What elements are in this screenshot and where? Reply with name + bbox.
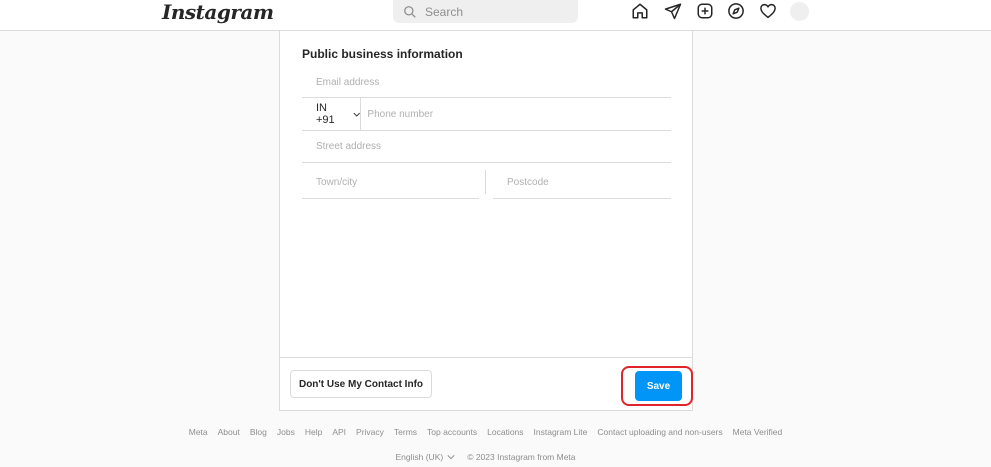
footer-link[interactable]: Meta (189, 427, 208, 437)
instagram-logo[interactable]: Instagram (162, 0, 274, 24)
footer-link[interactable]: Blog (250, 427, 267, 437)
language-value: English (UK) (395, 452, 444, 462)
home-icon[interactable] (631, 2, 649, 20)
street-field-wrapper (302, 131, 671, 163)
chevron-down-icon (353, 112, 360, 117)
phone-number-field[interactable] (367, 108, 671, 120)
search-input[interactable] (425, 4, 565, 19)
postcode-field-wrapper (493, 167, 671, 199)
footer-link[interactable]: Instagram Lite (534, 427, 588, 437)
top-navigation-bar: Instagram (0, 0, 991, 31)
footer-link[interactable]: About (218, 427, 240, 437)
email-field-wrapper (302, 68, 671, 98)
phone-field-wrapper: IN +91 (302, 98, 671, 131)
footer-link[interactable]: Help (305, 427, 322, 437)
search-icon (404, 5, 416, 18)
footer-link[interactable]: Terms (394, 427, 417, 437)
town-city-field[interactable] (316, 177, 479, 188)
footer-link[interactable]: Top accounts (427, 427, 477, 437)
field-divider (485, 170, 486, 194)
footer-link[interactable]: Privacy (356, 427, 384, 437)
footer-meta: English (UK) © 2023 Instagram from Meta (0, 452, 971, 462)
footer-link[interactable]: API (332, 427, 346, 437)
street-address-field[interactable] (316, 141, 671, 152)
business-info-card: Public business information IN +91 Don't… (279, 31, 693, 411)
town-field-wrapper (302, 167, 479, 199)
footer-link[interactable]: Locations (487, 427, 523, 437)
direct-icon[interactable] (664, 2, 682, 20)
section-title: Public business information (302, 47, 463, 61)
postcode-field[interactable] (507, 177, 671, 188)
language-select[interactable]: English (UK) (395, 452, 455, 462)
activity-heart-icon[interactable] (759, 2, 777, 20)
save-button[interactable]: Save (635, 371, 682, 401)
footer-link[interactable]: Jobs (277, 427, 295, 437)
card-actions: Don't Use My Contact Info Save (280, 357, 693, 411)
new-post-icon[interactable] (696, 2, 714, 20)
footer-links: Meta About Blog Jobs Help API Privacy Te… (0, 427, 971, 437)
profile-avatar[interactable] (790, 2, 809, 21)
explore-icon[interactable] (727, 2, 745, 20)
country-code-value: IN +91 (316, 102, 335, 126)
chevron-down-icon (447, 455, 455, 460)
email-field[interactable] (316, 77, 671, 88)
footer-link[interactable]: Contact uploading and non-users (597, 427, 722, 437)
country-code-select[interactable]: IN +91 (302, 98, 362, 130)
search-box[interactable] (393, 0, 578, 23)
copyright-text: © 2023 Instagram from Meta (467, 452, 576, 462)
dont-use-contact-info-button[interactable]: Don't Use My Contact Info (290, 370, 432, 398)
footer-link[interactable]: Meta Verified (733, 427, 783, 437)
